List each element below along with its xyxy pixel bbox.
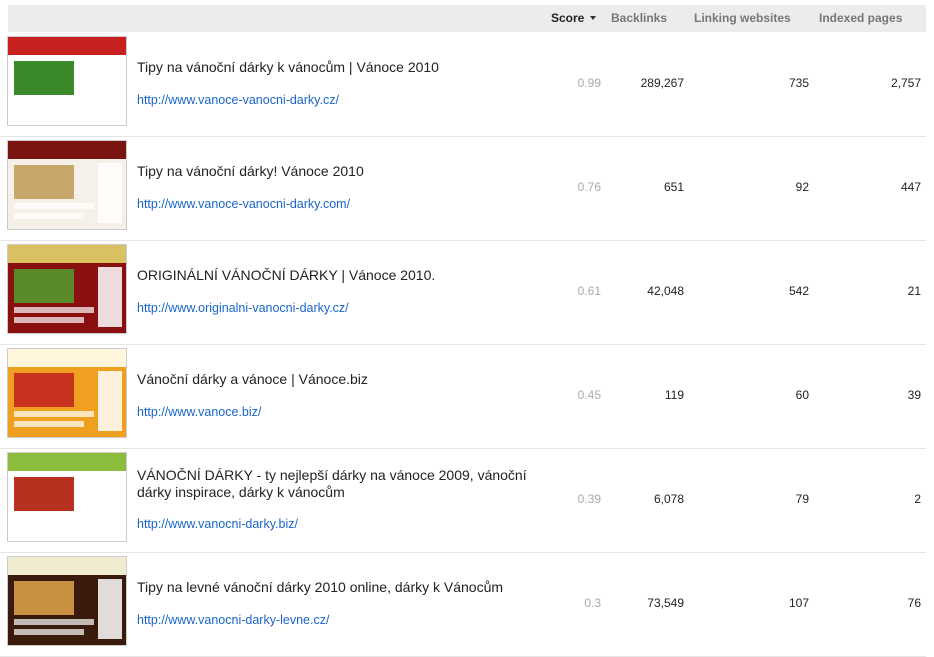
backlinks-value: 73,549 xyxy=(647,596,684,610)
linking-websites-value: 92 xyxy=(795,180,809,194)
indexed-pages-value: 2 xyxy=(914,492,921,506)
score-header-label: Score xyxy=(551,11,585,25)
result-title[interactable]: Tipy na vánoční dárky k vánocům | Vánoce… xyxy=(137,59,542,76)
sort-by-linking-websites-header[interactable]: Linking websites xyxy=(694,5,791,32)
indexed-pages-value: 2,757 xyxy=(890,76,921,90)
result-url-link[interactable]: http://www.originalni-vanocni-darky.cz/ xyxy=(137,301,349,315)
backlinks-value: 42,048 xyxy=(647,284,684,298)
linking-websites-value: 60 xyxy=(795,388,809,402)
result-title[interactable]: Vánoční dárky a vánoce | Vánoce.biz xyxy=(137,371,542,388)
result-row: Tipy na vánoční dárky k vánocům | Vánoce… xyxy=(0,32,926,137)
backlinks-value: 289,267 xyxy=(640,76,684,90)
site-thumbnail[interactable] xyxy=(7,348,127,438)
indexed-pages-value: 39 xyxy=(907,388,921,402)
backlinks-value: 651 xyxy=(663,180,684,194)
site-thumbnail[interactable] xyxy=(7,36,127,126)
indexed-pages-value: 76 xyxy=(907,596,921,610)
sort-by-backlinks-header[interactable]: Backlinks xyxy=(611,5,667,32)
result-title[interactable]: VÁNOČNÍ DÁRKY - ty nejlepší dárky na ván… xyxy=(137,467,542,501)
indexed-pages-header-label: Indexed pages xyxy=(819,11,903,25)
result-row: Tipy na vánoční dárky! Vánoce 2010 http:… xyxy=(0,136,926,241)
result-row: ORIGINÁLNÍ VÁNOČNÍ DÁRKY | Vánoce 2010. … xyxy=(0,240,926,345)
score-value: 0.61 xyxy=(577,284,601,298)
result-url-link[interactable]: http://www.vanocni-darky.biz/ xyxy=(137,517,298,531)
score-value: 0.39 xyxy=(577,492,601,506)
result-row: Vánoční dárky a vánoce | Vánoce.biz http… xyxy=(0,344,926,449)
backlinks-value: 6,078 xyxy=(653,492,684,506)
linking-websites-value: 735 xyxy=(788,76,809,90)
result-title[interactable]: Tipy na vánoční dárky! Vánoce 2010 xyxy=(137,163,542,180)
result-url-link[interactable]: http://www.vanoce-vanocni-darky.cz/ xyxy=(137,93,339,107)
score-value: 0.45 xyxy=(577,388,601,402)
sort-by-indexed-pages-header[interactable]: Indexed pages xyxy=(819,5,902,32)
sort-by-score-header[interactable]: Score xyxy=(551,5,597,32)
linking-websites-value: 107 xyxy=(788,596,809,610)
backlinks-value: 119 xyxy=(664,388,684,402)
site-thumbnail[interactable] xyxy=(7,452,127,542)
result-url-link[interactable]: http://www.vanoce-vanocni-darky.com/ xyxy=(137,197,350,211)
score-value: 0.76 xyxy=(577,180,601,194)
result-url-link[interactable]: http://www.vanocni-darky-levne.cz/ xyxy=(137,613,329,627)
result-row: VÁNOČNÍ DÁRKY - ty nejlepší dárky na ván… xyxy=(0,448,926,553)
sort-descending-icon xyxy=(590,15,597,20)
linking-websites-header-label: Linking websites xyxy=(694,11,791,25)
site-thumbnail[interactable] xyxy=(7,140,127,230)
score-value: 0.99 xyxy=(577,76,601,90)
result-title[interactable]: ORIGINÁLNÍ VÁNOČNÍ DÁRKY | Vánoce 2010. xyxy=(137,267,542,284)
backlinks-header-label: Backlinks xyxy=(611,11,668,25)
score-value: 0.3 xyxy=(584,596,601,610)
indexed-pages-value: 21 xyxy=(907,284,921,298)
site-thumbnail[interactable] xyxy=(7,556,127,646)
result-row: Tipy na levné vánoční dárky 2010 online,… xyxy=(0,552,926,657)
site-thumbnail[interactable] xyxy=(7,244,127,334)
result-url-link[interactable]: http://www.vanoce.biz/ xyxy=(137,405,261,419)
result-title[interactable]: Tipy na levné vánoční dárky 2010 online,… xyxy=(137,579,542,596)
indexed-pages-value: 447 xyxy=(900,180,921,194)
linking-websites-value: 542 xyxy=(788,284,809,298)
results-table-header: Score Backlinks Linking websites Indexed… xyxy=(8,5,926,32)
linking-websites-value: 79 xyxy=(795,492,809,506)
